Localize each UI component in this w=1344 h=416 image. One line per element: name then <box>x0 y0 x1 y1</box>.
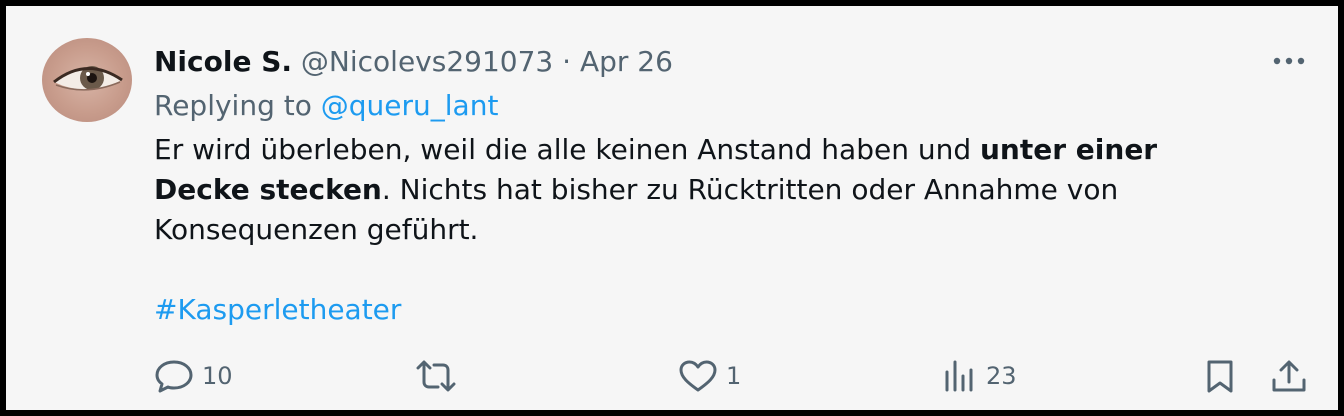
tweet-card[interactable]: Nicole S. @Nicolevs291073 · Apr 26 Reply… <box>0 0 1344 416</box>
avatar-eye-image <box>53 66 123 91</box>
views-icon <box>945 360 973 392</box>
views-button[interactable]: 23 <box>942 356 1017 396</box>
share-button[interactable] <box>1270 356 1308 396</box>
tweet-date[interactable]: Apr 26 <box>580 45 673 78</box>
bookmark-button[interactable] <box>1202 356 1238 396</box>
reply-count: 10 <box>202 362 233 390</box>
author-name[interactable]: Nicole S. <box>154 45 292 78</box>
like-button[interactable]: 1 <box>678 356 741 396</box>
hashtag-link[interactable]: #Kasperletheater <box>154 290 401 330</box>
share-icon <box>1272 360 1306 392</box>
tweet-text: Er wird überleben, weil die alle keinen … <box>154 130 1254 250</box>
reply-button[interactable]: 10 <box>154 356 233 396</box>
author-handle[interactable]: @Nicolevs291073 <box>301 45 553 78</box>
views-count: 23 <box>986 362 1017 390</box>
replying-to: Replying to @queru_lant <box>154 86 498 126</box>
replying-handle-link[interactable]: @queru_lant <box>321 89 499 122</box>
tweet-header: Nicole S. @Nicolevs291073 · Apr 26 <box>154 42 673 82</box>
reply-icon <box>155 360 193 393</box>
more-icon[interactable] <box>1269 46 1309 76</box>
tweet-text-part1: Er wird überleben, weil die alle keinen … <box>154 133 980 166</box>
bookmark-icon <box>1207 360 1233 393</box>
replying-prefix: Replying to <box>154 89 312 122</box>
like-icon <box>679 360 717 392</box>
avatar[interactable] <box>42 38 132 122</box>
header-separator: · <box>562 45 572 78</box>
retweet-icon <box>416 360 456 392</box>
retweet-button[interactable] <box>414 356 458 396</box>
like-count: 1 <box>726 362 742 390</box>
